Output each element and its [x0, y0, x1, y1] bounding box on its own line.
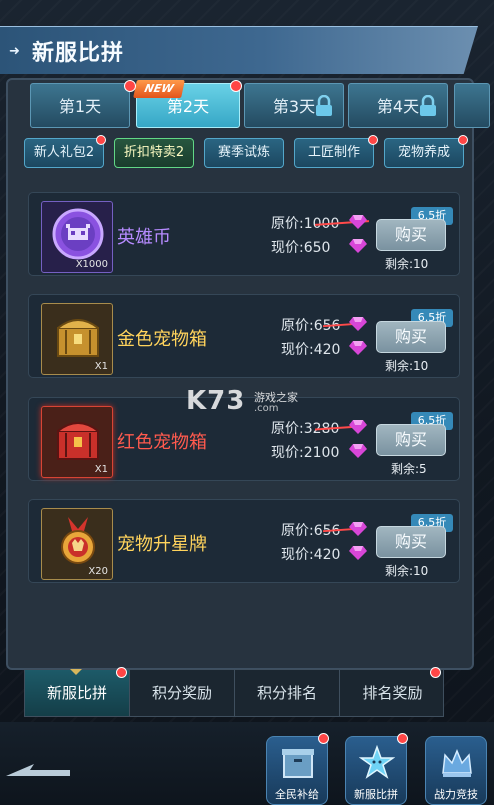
gem-icon [349, 522, 367, 536]
item-name: 红色宠物箱 [117, 432, 207, 453]
current-price: 现价:420 [281, 547, 341, 563]
tab-ranking-reward[interactable]: 排名奖励 [340, 670, 445, 716]
item-quantity: X20 [88, 566, 108, 577]
new-badge: NEW [133, 80, 185, 98]
tab-day-1[interactable]: 第1天 [30, 83, 130, 128]
item-quantity: X1 [94, 361, 108, 372]
lock-icon [316, 95, 332, 116]
buy-button[interactable]: 购买 [376, 526, 446, 558]
item-quantity: X1 [94, 464, 108, 475]
subtab-discount-sale[interactable]: 折扣特卖2 [114, 138, 194, 168]
pet-star-medal-icon[interactable]: X20 [41, 508, 113, 580]
lock-icon [420, 95, 436, 116]
notification-dot [230, 80, 242, 92]
remaining-count: 剩余:5 [391, 462, 427, 476]
tab-day-4[interactable]: 第4天 [348, 83, 448, 128]
gold-pet-box-icon[interactable]: X1 [41, 303, 113, 375]
gem-icon [349, 341, 367, 355]
subtab-season-trial[interactable]: 赛季试炼 [204, 138, 284, 168]
supply-box-icon [282, 749, 314, 778]
item-name: 宠物升星牌 [117, 534, 207, 555]
notification-dot [124, 80, 136, 92]
tab-points-reward[interactable]: 积分奖励 [130, 670, 235, 716]
footer-button-label: 新服比拼 [354, 788, 398, 801]
notification-dot [318, 733, 329, 744]
remaining-count: 剩余:10 [385, 564, 429, 578]
page-title: 新服比拼 [32, 41, 125, 66]
notification-dot [96, 135, 106, 145]
gem-icon [349, 317, 367, 331]
tab-server-competition[interactable]: 新服比拼 [25, 670, 130, 716]
buy-button[interactable]: 购买 [376, 321, 446, 353]
footer-button-label: 战力竞技 [434, 788, 478, 801]
active-tab-caret-icon [70, 669, 82, 675]
bottom-tabs: 新服比拼 积分奖励 积分排名 排名奖励 [24, 669, 444, 717]
back-arrow-icon[interactable] [6, 764, 70, 780]
tab-day-2-label: 第2天 [166, 97, 210, 116]
watermark-logo: K73 [186, 386, 246, 416]
current-price: 现价:420 [281, 342, 341, 358]
tab-day-3[interactable]: 第3天 [244, 83, 344, 128]
gem-icon [349, 546, 367, 560]
hero-coin-icon[interactable]: X1000 [41, 201, 113, 273]
header-arrow-icon: ➜ [9, 44, 20, 59]
current-price: 现价:2100 [271, 445, 340, 461]
notification-dot [116, 667, 127, 678]
notification-dot [397, 733, 408, 744]
buy-button[interactable]: 购买 [376, 219, 446, 251]
buy-button[interactable]: 购买 [376, 424, 446, 456]
day-tabs: 第1天 第2天 第3天 第4天 [30, 83, 490, 128]
subtab-craftsman[interactable]: 工匠制作 [294, 138, 374, 168]
subtab-newbie-pack[interactable]: 新人礼包2 [24, 138, 104, 168]
gem-icon [349, 444, 367, 458]
list-item: X1000 英雄币 原价:1000 现价:650 6.5折 购买 剩余:10 [28, 192, 460, 276]
list-item: X20 宠物升星牌 原价:656 现价:420 6.5折 购买 剩余:10 [28, 499, 460, 583]
gem-icon [349, 215, 367, 229]
subtab-pet-raising[interactable]: 宠物养成 [384, 138, 464, 168]
remaining-count: 剩余:10 [385, 257, 429, 271]
star-icon [359, 745, 395, 779]
red-pet-box-icon[interactable]: X1 [41, 406, 113, 478]
tab-points-ranking[interactable]: 积分排名 [235, 670, 340, 716]
gem-icon [349, 420, 367, 434]
crown-icon [442, 749, 472, 777]
tab-day-4-label: 第4天 [376, 97, 420, 116]
tab-day-5-partial[interactable] [454, 83, 490, 128]
notification-dot [458, 135, 468, 145]
tab-day-1-label: 第1天 [58, 97, 102, 116]
power-arena-button[interactable]: 战力竞技 [425, 736, 487, 805]
notification-dot [430, 667, 441, 678]
server-competition-button[interactable]: 新服比拼 [345, 736, 407, 805]
watermark-url: .com [254, 403, 279, 414]
current-price: 现价:650 [271, 240, 331, 256]
tab-day-3-label: 第3天 [272, 97, 316, 116]
footer-button-label: 全民补给 [275, 788, 319, 801]
footer-bar [0, 722, 494, 805]
item-name: 金色宠物箱 [117, 329, 207, 350]
remaining-count: 剩余:10 [385, 359, 429, 373]
item-name: 英雄币 [117, 227, 171, 248]
gem-icon [349, 239, 367, 253]
item-quantity: X1000 [75, 259, 108, 270]
notification-dot [368, 135, 378, 145]
page-header: ➜ 新服比拼 [0, 26, 478, 74]
all-people-supply-button[interactable]: 全民补给 [266, 736, 328, 805]
list-item: X1 金色宠物箱 原价:656 现价:420 6.5折 购买 剩余:10 [28, 294, 460, 378]
